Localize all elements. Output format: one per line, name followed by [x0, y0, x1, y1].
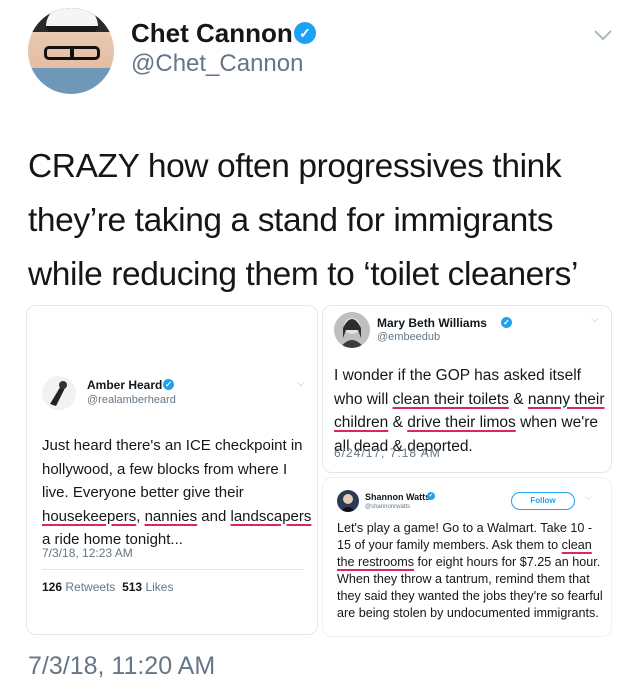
verified-badge-icon: ✓ [163, 379, 174, 390]
author-handle[interactable]: @Chet_Cannon [131, 50, 303, 78]
chevron-down-icon[interactable] [592, 24, 614, 46]
embed-author-name: Mary Beth Williams [377, 316, 487, 330]
embed-tweet-text: Let's play a game! Go to a Walmart. Take… [337, 521, 603, 620]
embedded-tweet-amber[interactable]: Amber Heard ✓ @realamberheard ⌵ Just hea… [26, 305, 318, 635]
glasses-graphic [44, 46, 100, 60]
verified-badge-icon: ✓ [294, 22, 316, 44]
embed-author-name: Amber Heard [87, 378, 163, 392]
like-label: Likes [145, 580, 174, 594]
chevron-down-icon: ⌵ [585, 492, 592, 502]
embed-stats: 126 Retweets 513 Likes [42, 580, 173, 594]
embed-author-name: Shannon Watts [365, 492, 431, 502]
divider [42, 569, 304, 570]
avatar [334, 312, 370, 348]
retweet-label: Retweets [65, 580, 116, 594]
author-name[interactable]: Chet Cannon [131, 18, 293, 49]
chevron-down-icon: ⌵ [297, 378, 305, 389]
tweet-timestamp[interactable]: 7/3/18, 11:20 AM [28, 652, 215, 681]
embed-timestamp: 7/3/18, 12:23 AM [42, 546, 133, 560]
avatar [42, 376, 76, 410]
embed-timestamp: 6/24/17, 7:18 AM [334, 446, 441, 460]
embedded-tweet-shannon[interactable]: Shannon Watts ✓ @shannonrwatts Follow ⌵ … [322, 477, 612, 637]
captain-hat-graphic [46, 8, 98, 32]
verified-badge-icon: ✓ [501, 317, 512, 328]
embed-author-handle: @embeedub [377, 331, 441, 343]
like-count: 513 [122, 580, 143, 594]
embed-tweet-text: Just heard there's an ICE checkpoint in … [42, 437, 312, 548]
verified-badge-icon: ✓ [427, 492, 435, 500]
avatar[interactable] [28, 8, 114, 94]
embedded-tweet-mary-beth[interactable]: Mary Beth Williams ✓ @embeedub ⌵ I wonde… [322, 305, 612, 473]
embed-author-handle: @realamberheard [87, 394, 176, 406]
embed-author-handle: @shannonrwatts [365, 504, 411, 510]
avatar [337, 490, 359, 512]
retweet-count: 126 [42, 580, 63, 594]
follow-button[interactable]: Follow [511, 492, 575, 510]
tweet-header: Chet Cannon ✓ @Chet_Cannon [0, 0, 640, 110]
embed-tweet-text: I wonder if the GOP has asked itself who… [334, 367, 605, 455]
embedded-screenshots: Amber Heard ✓ @realamberheard ⌵ Just hea… [26, 305, 614, 639]
chevron-down-icon: ⌵ [591, 314, 599, 325]
tweet-text: CRAZY how often progressives think they’… [28, 148, 579, 293]
